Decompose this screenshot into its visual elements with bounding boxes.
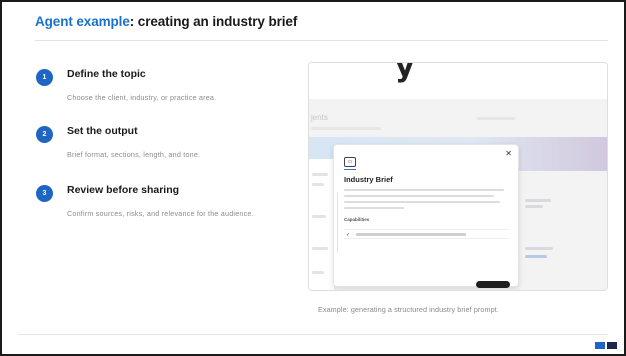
footer-divider xyxy=(18,334,608,335)
step-title: Define the topic xyxy=(67,68,146,80)
check-icon: ✓ xyxy=(346,232,351,238)
screenshot-top-area xyxy=(309,63,607,99)
screenshot-placeholder-line xyxy=(312,271,324,274)
step-title: Set the output xyxy=(67,125,138,137)
screenshot-placeholder-line xyxy=(525,205,543,208)
step-number-badge: 3 xyxy=(36,185,53,202)
modal-action-button[interactable] xyxy=(476,281,510,288)
slide-title-rest: : creating an industry brief xyxy=(129,14,298,29)
step-2: 2 Set the output Brief format, sections,… xyxy=(36,123,276,163)
screenshot-placeholder-line xyxy=(312,215,326,218)
slide: Agent example: creating an industry brie… xyxy=(0,0,626,356)
example-screenshot: y jents ✕ ▭ Industry Brief Capabilities … xyxy=(308,62,608,291)
capability-row: ✓ xyxy=(344,229,509,239)
brief-icon: ▭ xyxy=(344,157,356,167)
step-description: Brief format, sections, length, and tone… xyxy=(67,150,201,159)
screenshot-placeholder-line xyxy=(311,127,381,130)
capabilities-label: Capabilities xyxy=(344,217,370,222)
screenshot-placeholder-link xyxy=(525,255,547,258)
step-number-badge: 2 xyxy=(36,126,53,143)
modal-title: Industry Brief xyxy=(344,175,393,184)
logo-block-blue xyxy=(595,342,605,349)
industry-brief-modal: ✕ ▭ Industry Brief Capabilities ✓ xyxy=(333,144,519,288)
step-title: Review before sharing xyxy=(67,184,180,196)
screenshot-nav-title: jents xyxy=(311,113,328,122)
modal-description-line xyxy=(344,207,404,209)
title-divider xyxy=(35,40,608,41)
modal-description-line xyxy=(344,201,500,203)
slide-title: Agent example: creating an industry brie… xyxy=(35,14,297,29)
icon-underline xyxy=(344,169,356,170)
step-description: Choose the client, industry, or practice… xyxy=(67,93,217,102)
capability-text-line xyxy=(356,233,466,236)
step-number-badge: 1 xyxy=(36,69,53,86)
slide-title-accent: Agent example xyxy=(35,14,130,29)
close-icon[interactable]: ✕ xyxy=(505,149,512,158)
screenshot-placeholder-line xyxy=(312,173,328,176)
modal-description-line xyxy=(344,189,504,191)
logo-block-navy xyxy=(607,342,617,349)
screenshot-partial-heading: y xyxy=(395,62,415,84)
screenshot-placeholder-line xyxy=(477,117,515,120)
brand-logo xyxy=(595,342,617,349)
step-description: Confirm sources, risks, and relevance fo… xyxy=(67,209,254,218)
screenshot-placeholder-line xyxy=(312,183,324,186)
screenshot-placeholder-line xyxy=(525,199,551,202)
step-1: 1 Define the topic Choose the client, in… xyxy=(36,66,276,106)
screenshot-caption: Example: generating a structured industr… xyxy=(318,305,499,314)
screenshot-placeholder-line xyxy=(525,247,553,250)
screenshot-sidebar xyxy=(309,159,335,290)
step-3: 3 Review before sharing Confirm sources,… xyxy=(36,182,276,232)
modal-scrollbar[interactable] xyxy=(337,193,338,253)
screenshot-placeholder-line xyxy=(312,247,328,250)
modal-description-line xyxy=(344,195,494,197)
